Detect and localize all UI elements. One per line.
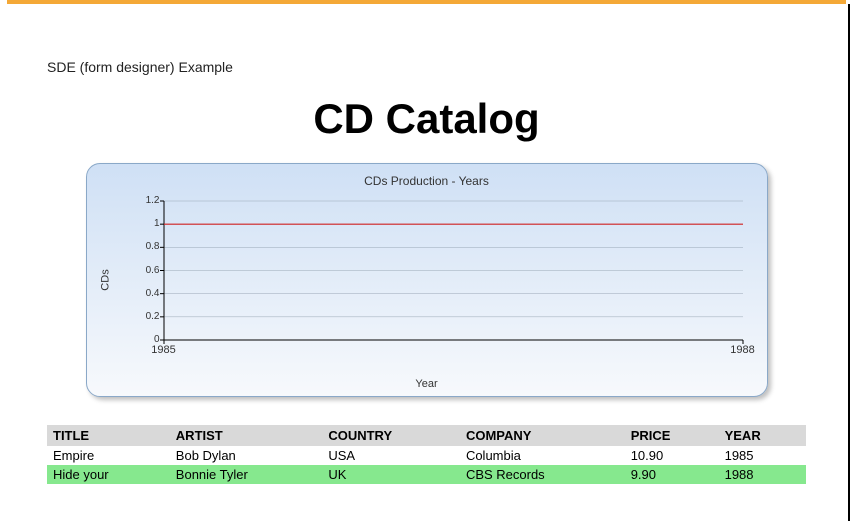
right-frame-line <box>848 4 850 521</box>
cell-title: Hide your <box>47 465 170 484</box>
chart-title: CDs Production - Years <box>87 174 767 188</box>
cell-country: UK <box>322 465 460 484</box>
cell-company: Columbia <box>460 446 625 465</box>
col-title: TITLE <box>47 425 170 446</box>
cell-year: 1988 <box>719 465 806 484</box>
page-title: CD Catalog <box>47 95 806 143</box>
chart-plot-area: 00.20.40.60.811.219851988 <box>140 199 747 354</box>
chart-xlabel: Year <box>87 378 767 390</box>
cell-country: USA <box>322 446 460 465</box>
cell-artist: Bob Dylan <box>170 446 323 465</box>
col-artist: ARTIST <box>170 425 323 446</box>
table-header-row: TITLE ARTIST COUNTRY COMPANY PRICE YEAR <box>47 425 806 446</box>
cell-price: 10.90 <box>625 446 719 465</box>
chart-ylabel: CDs <box>99 269 111 290</box>
cell-title: Empire <box>47 446 170 465</box>
table-row: EmpireBob DylanUSAColumbia10.901985 <box>47 446 806 465</box>
cell-artist: Bonnie Tyler <box>170 465 323 484</box>
col-year: YEAR <box>719 425 806 446</box>
cell-company: CBS Records <box>460 465 625 484</box>
cell-price: 9.90 <box>625 465 719 484</box>
page-subtitle: SDE (form designer) Example <box>47 59 806 75</box>
page-content: SDE (form designer) Example CD Catalog C… <box>7 4 846 521</box>
col-price: PRICE <box>625 425 719 446</box>
left-gutter <box>0 0 7 521</box>
col-country: COUNTRY <box>322 425 460 446</box>
col-company: COMPANY <box>460 425 625 446</box>
chart-svg <box>140 199 747 354</box>
chart-panel: CDs Production - Years CDs Year 00.20.40… <box>86 163 768 397</box>
cd-table: TITLE ARTIST COUNTRY COMPANY PRICE YEAR … <box>47 425 806 484</box>
table-row: Hide yourBonnie TylerUKCBS Records9.9019… <box>47 465 806 484</box>
cell-year: 1985 <box>719 446 806 465</box>
document-canvas: SDE (form designer) Example CD Catalog C… <box>0 0 853 521</box>
